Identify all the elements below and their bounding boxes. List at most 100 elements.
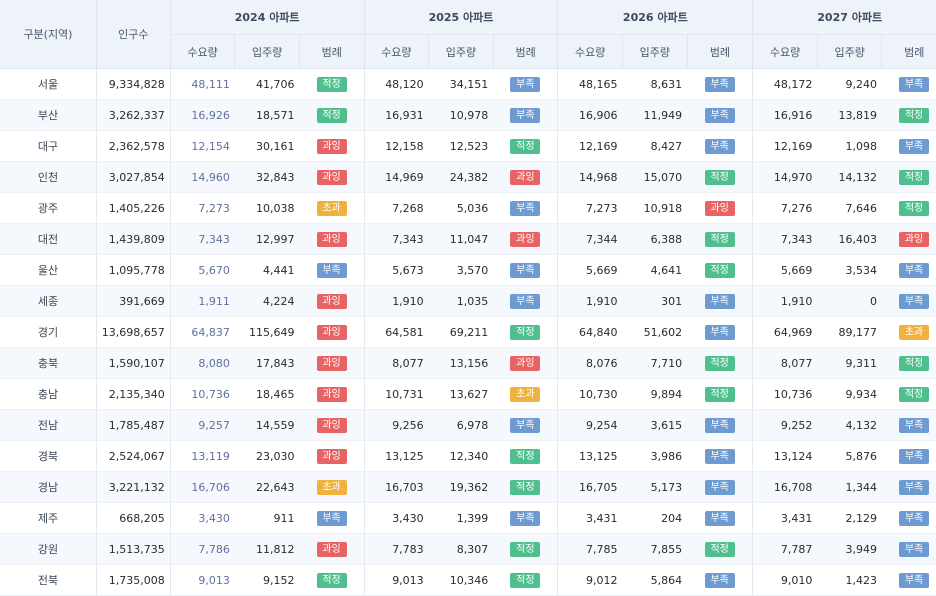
demand-cell: 1,910	[557, 285, 623, 317]
status-badge: 부족	[704, 76, 735, 92]
population-cell: 1,095,778	[96, 254, 171, 286]
move-in-cell: 2,129	[817, 502, 882, 534]
table-row[interactable]: 부산 3,262,337 16,926 18,571 적정 16,931 10,978 부족 1…	[0, 99, 936, 131]
table-row[interactable]: 충남 2,135,340 10,736 18,465 과잉 10,731 13,627 초과 1…	[0, 378, 936, 410]
status-badge: 부족	[510, 510, 541, 526]
legend-cell: 과잉	[881, 223, 936, 255]
status-badge: 부족	[704, 293, 735, 309]
demand-column-header[interactable]: 수요량	[557, 34, 624, 69]
demand-cell: 7,273	[557, 192, 623, 224]
move-in-cell: 23,030	[234, 440, 300, 472]
region-cell: 강원	[0, 533, 97, 565]
population-cell: 391,669	[96, 285, 171, 317]
legend-cell: 과잉	[299, 223, 365, 255]
move-in-cell: 14,132	[817, 161, 882, 193]
status-badge: 부족	[704, 138, 735, 154]
status-badge: 부족	[704, 479, 735, 495]
table-row[interactable]: 경기 13,698,657 64,837 115,649 과잉 64,581 69,211 적…	[0, 316, 936, 348]
move-in-cell: 1,423	[817, 564, 882, 596]
demand-cell: 1,911	[170, 285, 235, 317]
status-badge: 초과	[316, 200, 347, 216]
status-badge: 적정	[510, 541, 541, 557]
move-in-cell: 9,934	[817, 378, 882, 410]
demand-cell: 14,970	[752, 161, 818, 193]
population-cell: 3,262,337	[96, 99, 171, 131]
demand-column-header[interactable]: 수요량	[752, 34, 818, 69]
move-in-cell: 301	[622, 285, 688, 317]
legend-cell: 부족	[881, 533, 936, 565]
demand-cell: 9,256	[364, 409, 429, 441]
demand-column-header[interactable]: 수요량	[170, 34, 236, 69]
legend-cell: 과잉	[299, 440, 365, 472]
table-row[interactable]: 광주 1,405,226 7,273 10,038 초과 7,268 5,036 부족 7,27…	[0, 192, 936, 224]
population-column-header[interactable]: 인구수	[96, 0, 171, 69]
population-cell: 3,027,854	[96, 161, 171, 193]
legend-cell: 부족	[687, 68, 754, 100]
move-in-column-header[interactable]: 입주량	[817, 34, 883, 69]
move-in-cell: 4,224	[234, 285, 300, 317]
demand-cell: 7,273	[170, 192, 235, 224]
region-column-header[interactable]: 구분(지역)	[0, 0, 97, 69]
move-in-column-header[interactable]: 입주량	[622, 34, 688, 69]
table-row[interactable]: 경남 3,221,132 16,706 22,643 초과 16,703 19,362 적정 1…	[0, 471, 936, 503]
region-cell: 부산	[0, 99, 97, 131]
demand-cell: 7,343	[752, 223, 818, 255]
legend-cell: 적정	[493, 564, 559, 596]
table-row[interactable]: 전북 1,735,008 9,013 9,152 적정 9,013 10,346 적정 9,01…	[0, 564, 936, 596]
demand-cell: 16,926	[170, 99, 235, 131]
demand-cell: 12,154	[170, 130, 235, 162]
move-in-cell: 41,706	[234, 68, 300, 100]
legend-cell: 부족	[881, 285, 936, 317]
move-in-cell: 8,427	[622, 130, 688, 162]
move-in-column-header[interactable]: 입주량	[428, 34, 494, 69]
demand-column-header[interactable]: 수요량	[364, 34, 430, 69]
legend-cell: 적정	[493, 316, 559, 348]
status-badge: 부족	[510, 293, 541, 309]
table-row[interactable]: 울산 1,095,778 5,670 4,441 부족 5,673 3,570 부족 5,669…	[0, 254, 936, 286]
region-cell: 광주	[0, 192, 97, 224]
table-row[interactable]: 대전 1,439,809 7,343 12,997 과잉 7,343 11,047 과잉 7,3…	[0, 223, 936, 255]
legend-cell: 적정	[493, 130, 559, 162]
table-row[interactable]: 서울 9,334,828 48,111 41,706 적정 48,120 34,151 부족 4…	[0, 68, 936, 100]
legend-cell: 적정	[687, 533, 754, 565]
population-cell: 2,362,578	[96, 130, 171, 162]
table-row[interactable]: 제주 668,205 3,430 911 부족 3,430 1,399 부족 3,431 204 부…	[0, 502, 936, 534]
region-cell: 세종	[0, 285, 97, 317]
move-in-cell: 0	[817, 285, 882, 317]
status-badge: 적정	[704, 262, 735, 278]
move-in-cell: 10,978	[428, 99, 494, 131]
table-row[interactable]: 인천 3,027,854 14,960 32,843 과잉 14,969 24,382 과잉 1…	[0, 161, 936, 193]
move-in-column-header[interactable]: 입주량	[234, 34, 300, 69]
status-badge: 과잉	[510, 169, 541, 185]
population-cell: 1,735,008	[96, 564, 171, 596]
move-in-cell: 51,602	[622, 316, 688, 348]
table-row[interactable]: 대구 2,362,578 12,154 30,161 과잉 12,158 12,523 적정 1…	[0, 130, 936, 162]
legend-cell: 적정	[881, 347, 936, 379]
legend-cell: 적정	[299, 564, 365, 596]
move-in-cell: 18,465	[234, 378, 300, 410]
status-badge: 부족	[899, 541, 930, 557]
move-in-cell: 5,876	[817, 440, 882, 472]
demand-cell: 13,125	[364, 440, 429, 472]
legend-cell: 부족	[687, 285, 754, 317]
demand-cell: 13,124	[752, 440, 818, 472]
table-row[interactable]: 전남 1,785,487 9,257 14,559 과잉 9,256 6,978 부족 9,25…	[0, 409, 936, 441]
status-badge: 적정	[899, 200, 930, 216]
move-in-cell: 16,403	[817, 223, 882, 255]
legend-cell: 초과	[299, 192, 365, 224]
legend-cell: 적정	[493, 471, 559, 503]
status-badge: 부족	[704, 417, 735, 433]
table-row[interactable]: 충북 1,590,107 8,080 17,843 과잉 8,077 13,156 과잉 8,0…	[0, 347, 936, 379]
region-cell: 대전	[0, 223, 97, 255]
table-row[interactable]: 세종 391,669 1,911 4,224 과잉 1,910 1,035 부족 1,910 30…	[0, 285, 936, 317]
population-cell: 1,405,226	[96, 192, 171, 224]
region-cell: 전남	[0, 409, 97, 441]
population-cell: 1,439,809	[96, 223, 171, 255]
demand-cell: 1,910	[752, 285, 818, 317]
table-row[interactable]: 경북 2,524,067 13,119 23,030 과잉 13,125 12,340 적정 1…	[0, 440, 936, 472]
move-in-cell: 10,038	[234, 192, 300, 224]
demand-cell: 9,013	[170, 564, 235, 596]
demand-cell: 9,013	[364, 564, 429, 596]
demand-cell: 1,910	[364, 285, 429, 317]
table-row[interactable]: 강원 1,513,735 7,786 11,812 과잉 7,783 8,307 적정 7,78…	[0, 533, 936, 565]
